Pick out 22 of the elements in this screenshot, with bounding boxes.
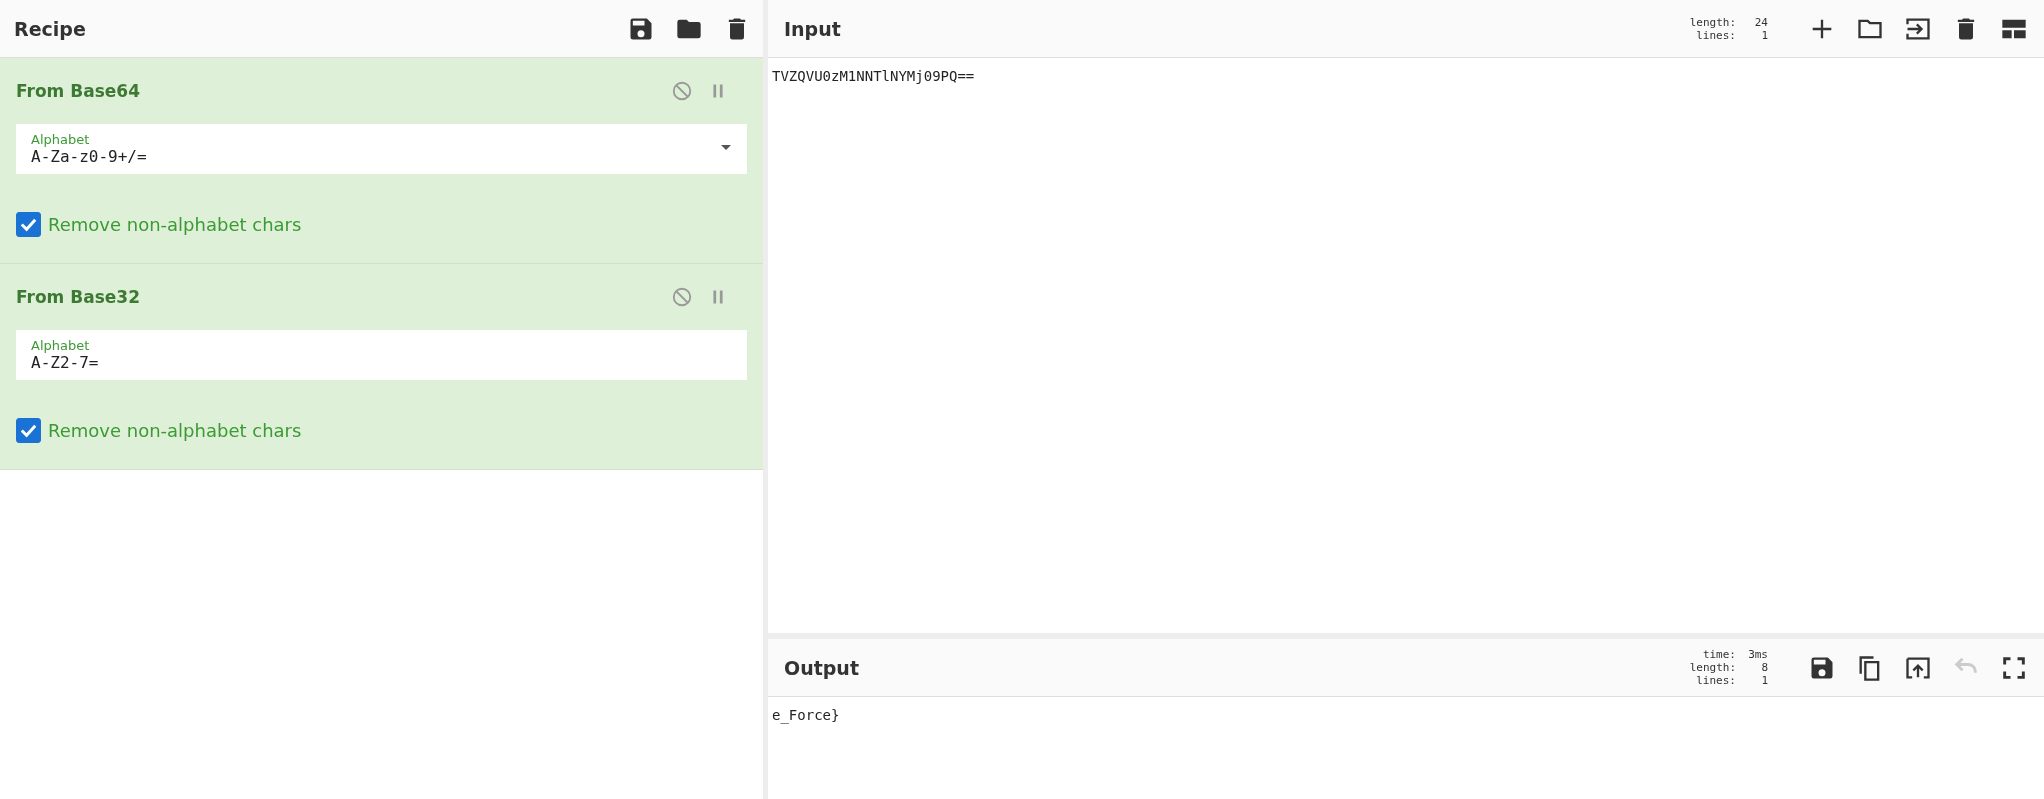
stat-label: lines:: [1696, 28, 1736, 42]
stat-value: 24: [1753, 15, 1768, 29]
output-text: e_Force}: [771, 706, 841, 726]
recipe-title: Recipe: [14, 17, 87, 40]
alphabet-field[interactable]: Alphabet A-Z2-7=: [16, 330, 747, 380]
stat-label: time:: [1702, 648, 1736, 661]
checkbox-icon[interactable]: [16, 212, 41, 237]
stat-value: 1: [1760, 674, 1768, 687]
input-title: Input: [784, 17, 842, 40]
stat-value: 3ms: [1747, 648, 1768, 661]
stat-value: 8: [1760, 661, 1768, 674]
caret-icon: [721, 145, 731, 150]
stat-label: length:: [1689, 15, 1736, 29]
operation-title: From Base64: [16, 81, 141, 101]
output-title: Output: [784, 656, 860, 679]
operation-title: From Base32: [16, 287, 141, 307]
stat-label: lines:: [1696, 674, 1736, 687]
checkbox-icon[interactable]: [16, 418, 41, 443]
stat-value: 1: [1760, 28, 1768, 42]
alphabet-select[interactable]: Alphabet A-Za-z0-9+/=: [16, 124, 747, 174]
stat-label: length:: [1689, 661, 1736, 674]
input-text[interactable]: TVZQVU0zM1NNTlNYMj09PQ==: [768, 58, 2044, 94]
